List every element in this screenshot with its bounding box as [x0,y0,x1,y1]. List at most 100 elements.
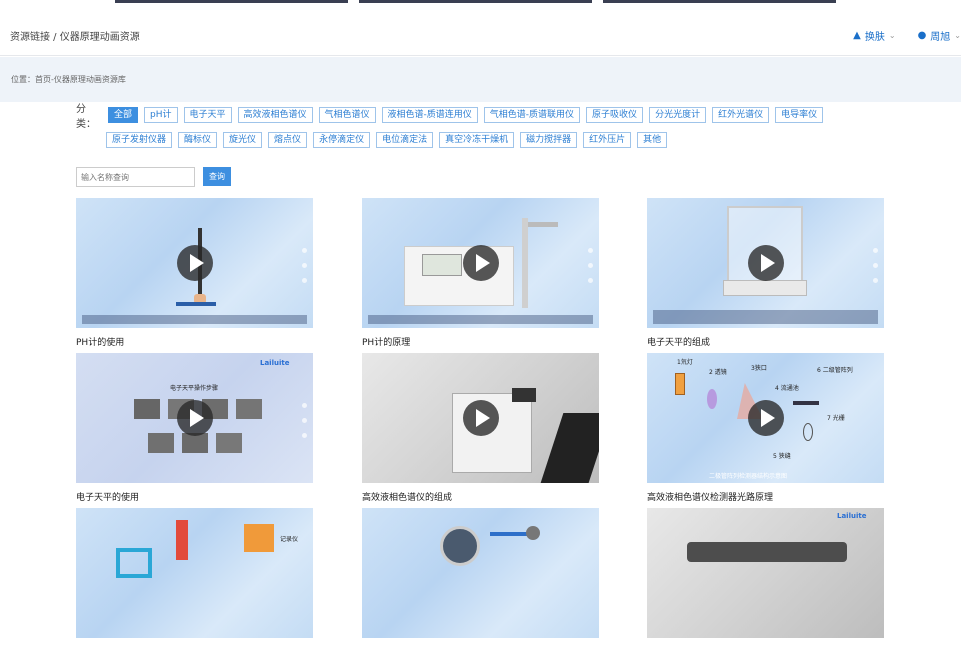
brand-logo: Lailuite [837,512,867,520]
user-label: 周旭 [930,32,951,43]
video-title[interactable]: 高效液相色谱仪检测器光路原理 [647,490,884,503]
play-icon[interactable] [747,400,784,436]
play-icon[interactable] [462,245,499,281]
detector-box-shape [512,388,536,402]
filter-tag[interactable]: 电导率仪 [775,107,824,123]
top-strip [0,0,961,4]
filter-row-1: 分类： 全部 pH计 电子天平 高效液相色谱仪 气相色谱仪 液相色谱-质谱连用仪… [76,104,896,130]
stand-shape [522,218,528,308]
search-button[interactable]: 查询 [203,167,231,186]
thumb-heading: 电子天平操作步骤 [170,385,219,392]
skin-button[interactable]: ▲ 换肤 ⌄ [853,28,895,43]
filter-tag[interactable]: 酶标仪 [178,132,218,148]
valve-shape [440,526,480,566]
video-thumbnail[interactable]: 电子天平操作步骤 Lailuite [76,353,313,483]
filter-tag[interactable]: 电位滴定法 [376,132,434,148]
optics-label: 4 流通池 [775,385,799,392]
video-thumbnail[interactable]: 记录仪 [76,508,313,638]
play-icon[interactable] [747,245,784,281]
filter-tag[interactable]: 高效液相色谱仪 [237,107,313,123]
video-card[interactable]: 高效液相色谱仪的组成 [362,353,599,503]
optics-label: 6 二级管阵列 [817,367,853,374]
filter-tag[interactable]: 分光光度计 [649,107,707,123]
filter-tag[interactable]: 旋光仪 [223,132,263,148]
slide-dots [302,403,308,448]
video-title[interactable]: PH计的原理 [362,335,599,348]
filter-tag[interactable]: 电子天平 [183,107,232,123]
location-bar: 位置：首页-仪器原理动画资源库 [0,57,961,102]
video-card[interactable]: 记录仪 [76,508,313,645]
search-input[interactable] [76,167,195,187]
video-title[interactable]: 电子天平的使用 [76,490,313,503]
recorder-label: 记录仪 [280,536,299,543]
connector-shape [526,526,540,540]
video-thumbnail[interactable] [76,198,313,328]
video-thumbnail[interactable] [647,198,884,328]
optics-label: 1氘灯 [677,359,693,366]
video-thumbnail[interactable] [362,353,599,483]
optics-label: 5 狭缝 [773,453,791,460]
brand-logo: Lailuite [260,359,290,367]
filter-tag[interactable]: 红外压片 [583,132,632,148]
optics-label: 7 光栅 [827,415,845,422]
balance-base-shape [723,280,807,296]
video-card[interactable] [362,508,599,645]
filter-tag[interactable]: 真空冷冻干燥机 [439,132,515,148]
video-title[interactable]: 电子天平的组成 [647,335,884,348]
filter-tag[interactable]: 永停滴定仪 [313,132,371,148]
lamp-shape [675,373,685,395]
filter-tag[interactable]: 其他 [637,132,668,148]
stand-shape [176,302,216,306]
location-text: 位置：首页-仪器原理动画资源库 [11,75,126,84]
filter-tag[interactable]: 液相色谱-质谱连用仪 [381,107,478,123]
video-title[interactable]: PH计的使用 [76,335,313,348]
filter-tag[interactable]: 气相色谱-质谱联用仪 [483,107,581,123]
filter-tag[interactable]: 红外光谱仪 [712,107,770,123]
search-bar: 查询 [76,167,231,187]
filter-tag[interactable]: 原子发射仪器 [106,132,173,148]
slide-dots [588,248,594,293]
video-card[interactable]: PH计的原理 [362,198,599,348]
filter-row-2: 原子发射仪器 酶标仪 旋光仪 熔点仪 永停滴定仪 电位滴定法 真空冷冻干燥机 磁… [76,130,896,150]
video-card[interactable]: Lailuite [647,508,884,645]
counter-shape [540,413,599,483]
play-icon[interactable] [462,400,499,436]
filter-tag[interactable]: 磁力搅拌器 [520,132,578,148]
lens-shape [707,389,717,409]
breadcrumb: 资源链接 / 仪器原理动画资源 [10,32,140,43]
video-card[interactable]: 1氘灯 2 透镜 3狭口 4 流通池 6 二级管阵列 7 光栅 5 狭缝 二极管… [647,353,884,503]
step-image [134,399,160,419]
video-thumbnail[interactable]: Lailuite [647,508,884,638]
device-shape [687,542,847,562]
shirt-icon: ▲ [853,30,861,41]
chevron-down-icon: ⌄ [888,31,896,40]
play-icon[interactable] [176,245,213,281]
video-thumbnail[interactable] [362,508,599,638]
filter-tag[interactable]: 原子吸收仪 [586,107,644,123]
meter-screen-shape [422,254,462,276]
video-title[interactable]: 高效液相色谱仪的组成 [362,490,599,503]
video-thumbnail[interactable] [362,198,599,328]
video-card[interactable]: 电子天平操作步骤 Lailuite 电子天平的使用 [76,353,313,503]
optics-label: 2 透镜 [709,369,727,376]
skin-label: 换肤 [864,32,885,43]
recorder-shape [244,524,274,552]
filter-label: 分类： [76,104,96,130]
filter-tag[interactable]: 气相色谱仪 [318,107,376,123]
slide-dots [302,248,308,293]
subtitle-bar [82,315,307,324]
slide-dots [873,248,879,293]
subtitle-bar [653,310,878,324]
filter-tag[interactable]: pH计 [144,107,178,123]
beaker-shape [116,548,152,578]
video-card[interactable]: PH计的使用 [76,198,313,348]
step-image [216,433,242,453]
step-image [236,399,262,419]
chevron-down-icon: ⌄ [954,31,961,40]
video-thumbnail[interactable]: 1氘灯 2 透镜 3狭口 4 流通池 6 二级管阵列 7 光栅 5 狭缝 二极管… [647,353,884,483]
filter-tag-all[interactable]: 全部 [108,107,139,123]
play-icon[interactable] [176,400,213,436]
user-menu[interactable]: ● 周旭 ⌄ [918,28,961,43]
filter-tag[interactable]: 熔点仪 [268,132,308,148]
video-card[interactable]: 电子天平的组成 [647,198,884,348]
